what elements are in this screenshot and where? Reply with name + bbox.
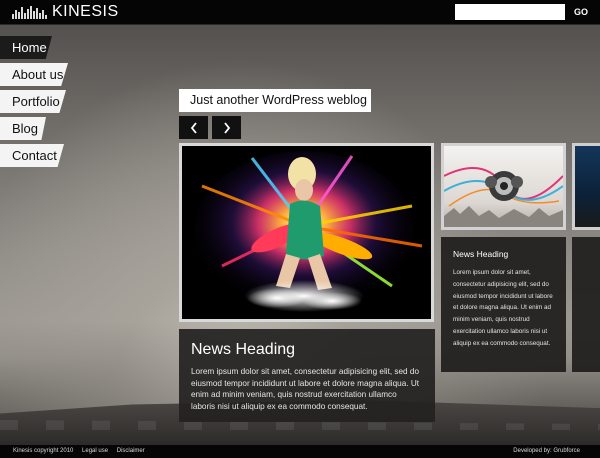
footer-disclaimer-link[interactable]: Disclaimer [117, 448, 145, 454]
featured-news-panel: News Heading Lorem ipsum dolor sit amet,… [179, 329, 435, 422]
search-input[interactable] [455, 4, 565, 20]
equalizer-logo-icon [12, 5, 47, 19]
search-go-button[interactable]: GO [568, 4, 594, 20]
footer-copyright: Kinesis copyright 2010 [13, 448, 74, 454]
chevron-right-icon [223, 121, 230, 134]
footer-developer-credit[interactable]: Developed by: Grubforce [513, 445, 580, 458]
footer: Kinesis copyright 2010 Legal use Disclai… [0, 445, 600, 458]
nav-item-portfolio[interactable]: Portfolio [0, 90, 66, 113]
featured-artwork-image [182, 146, 431, 319]
footer-legal-link[interactable]: Legal use [82, 448, 108, 454]
third-image-frame-peek[interactable] [572, 143, 600, 230]
site-tagline: Just another WordPress weblog [179, 89, 371, 112]
nav-item-blog[interactable]: Blog [0, 117, 46, 140]
secondary-image-frame[interactable] [441, 143, 566, 230]
featured-news-heading[interactable]: News Heading [191, 341, 423, 359]
nav-item-home[interactable]: Home [0, 36, 52, 59]
featured-news-body: Lorem ipsum dolor sit amet, consectetur … [191, 367, 420, 411]
slider-next-button[interactable] [212, 116, 241, 139]
logo-text: KINESIS [52, 3, 119, 20]
nav-item-about-us[interactable]: About us [0, 63, 68, 86]
secondary-artwork-image [444, 146, 563, 227]
nav-item-contact[interactable]: Contact [0, 144, 64, 167]
third-news-panel-peek [572, 237, 600, 372]
main-nav: Home About us Portfolio Blog Contact [0, 36, 68, 171]
top-bar: KINESIS GO [0, 0, 600, 25]
secondary-news-body: Lorem ipsum dolor sit amet, consectetur … [453, 269, 553, 347]
third-artwork-image [575, 146, 600, 227]
slider-prev-button[interactable] [179, 116, 208, 139]
chevron-left-icon [190, 121, 197, 134]
secondary-news-panel: News Heading Lorem ipsum dolor sit amet,… [441, 237, 566, 372]
site-logo[interactable]: KINESIS [12, 3, 119, 21]
secondary-news-heading[interactable]: News Heading [453, 249, 556, 259]
featured-image-frame[interactable] [179, 143, 434, 322]
